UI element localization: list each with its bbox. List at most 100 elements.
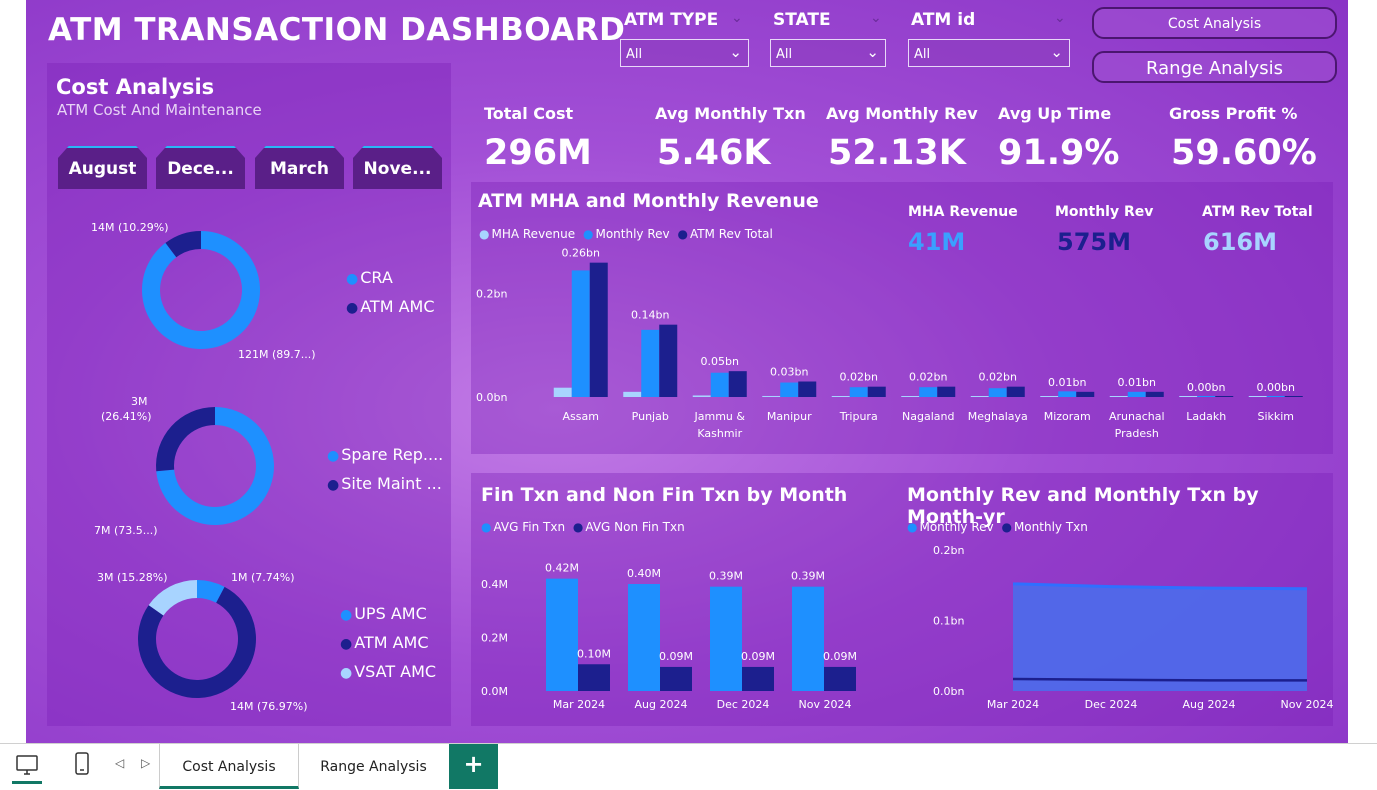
atm-id-select-value: All	[914, 47, 931, 62]
kpi-value-avg-monthly-txn: 5.46K	[657, 133, 771, 173]
atm-type-select-value: All	[626, 47, 643, 62]
legend-spare-rep: ● Spare Rep....	[327, 445, 443, 464]
bar-0	[1179, 396, 1198, 397]
donut3-label-atm-amc: 14M (76.97%)	[230, 700, 308, 713]
legend-dot-icon: ●	[327, 477, 340, 493]
y-tick-label: 0.0bn	[933, 685, 964, 698]
donut3-label-ups: 1M (7.74%)	[231, 571, 295, 584]
x-tick-label: Meghalaya	[968, 410, 1028, 423]
y-tick-label: 0.0bn	[476, 391, 507, 404]
data-label: 0.00bn	[1257, 381, 1295, 394]
bar-2	[1076, 391, 1095, 397]
data-label: 0.01bn	[1118, 376, 1156, 389]
x-tick-label: Dec 2024	[717, 698, 770, 711]
y-tick-label: 0.1bn	[933, 615, 964, 628]
legend-dot-icon: ●	[340, 636, 353, 652]
kpi-label-gross-profit: Gross Profit %	[1169, 104, 1298, 123]
range-analysis-nav-button[interactable]: Range Analysis	[1092, 51, 1337, 83]
data-label: 0.40M	[627, 567, 661, 580]
x-tick-label: Aug 2024	[1183, 698, 1236, 711]
bar-2	[728, 371, 747, 397]
bar-1	[660, 666, 692, 691]
atm-id-select[interactable]: All ⌄	[908, 39, 1070, 67]
data-label: 0.09M	[741, 650, 775, 663]
x-tick-label: Pradesh	[1115, 427, 1159, 440]
data-label: 0.00bn	[1187, 381, 1225, 394]
legend-dot-icon: ●	[327, 448, 340, 464]
x-tick-label: Manipur	[767, 410, 812, 423]
donut2-label-site-maint-pct: (26.41%)	[101, 410, 152, 423]
chevron-down-icon[interactable]: ⌄	[1054, 10, 1066, 26]
scroll-left-icon[interactable]: ◁	[115, 756, 124, 770]
bar-1	[641, 329, 660, 397]
page-tab-cost-analysis[interactable]: Cost Analysis	[159, 744, 299, 789]
x-tick-label: Dec 2024	[1085, 698, 1138, 711]
x-tick-label: Tripura	[839, 410, 878, 423]
bar-0	[792, 586, 824, 691]
legend-cra: ● CRA	[346, 268, 393, 287]
bar-0	[970, 396, 989, 397]
legend-label: VSAT AMC	[354, 662, 437, 681]
bar-1	[742, 666, 774, 691]
data-label: 0.09M	[659, 650, 693, 663]
state-select[interactable]: All ⌄	[770, 39, 886, 67]
data-label: 0.09M	[823, 650, 857, 663]
legend-dot-icon: ●	[340, 665, 353, 681]
legend-dot-icon: ●	[346, 271, 359, 287]
bar-1	[1127, 391, 1146, 397]
x-tick-label: Arunachal	[1109, 410, 1165, 423]
x-tick-label: Nagaland	[902, 410, 954, 423]
legend-site-maint: ● Site Maint ...	[327, 474, 442, 493]
donut-slice	[156, 407, 215, 472]
kpi-label-avg-monthly-rev: Avg Monthly Rev	[826, 104, 978, 123]
y-tick-label: 0.2bn	[933, 544, 964, 557]
bar-2	[1284, 396, 1303, 397]
data-label: 0.14bn	[631, 309, 669, 322]
bar-0	[1109, 396, 1128, 397]
scroll-right-icon[interactable]: ▷	[141, 756, 150, 770]
desktop-view-icon[interactable]	[15, 753, 39, 777]
monthly-rev-area-chart: 0.0bn 0.1bn 0.2bn Mar 2024 Dec 2024 Aug 2024 N…	[933, 544, 1333, 711]
x-tick-label: Nov 2024	[1281, 698, 1333, 711]
atm-type-select[interactable]: All ⌄	[620, 39, 749, 67]
mobile-view-icon[interactable]	[72, 752, 92, 776]
bar-1	[849, 387, 868, 397]
cost-analysis-nav-button[interactable]: Cost Analysis	[1092, 7, 1337, 39]
x-tick-label: Punjab	[632, 410, 669, 423]
bar-0	[628, 584, 660, 691]
kpi-label-avg-up-time: Avg Up Time	[998, 104, 1112, 123]
x-tick-label: Kashmir	[697, 427, 742, 440]
data-label: 0.03bn	[770, 366, 808, 379]
bar-1	[578, 664, 610, 691]
add-page-button[interactable]: +	[449, 744, 498, 789]
x-tick-label: Assam	[563, 410, 599, 423]
bar-2	[1145, 391, 1164, 397]
page-tab-range-analysis[interactable]: Range Analysis	[300, 744, 447, 789]
bar-0	[692, 395, 711, 397]
filter-label-atm-id: ATM id	[911, 10, 976, 30]
bar-0	[1248, 396, 1267, 397]
y-tick-label: 0.2M	[481, 632, 508, 645]
donut-slice	[148, 580, 197, 616]
chevron-down-icon[interactable]: ⌄	[870, 10, 882, 26]
kpi-value-avg-monthly-rev: 52.13K	[828, 133, 966, 173]
page-tab-bar: ◁ ▷ Cost Analysis Range Analysis +	[0, 743, 1377, 790]
kpi-label-avg-monthly-txn: Avg Monthly Txn	[655, 104, 806, 123]
bar-1	[571, 270, 590, 397]
bar-1	[1058, 391, 1077, 397]
bar-2	[798, 381, 817, 397]
donut-spare-site-maint	[156, 407, 275, 525]
chevron-down-icon[interactable]: ⌄	[731, 10, 743, 26]
legend-label: CRA	[360, 268, 393, 287]
y-tick-label: 0.0M	[481, 685, 508, 698]
kpi-value-avg-up-time: 91.9%	[998, 133, 1120, 173]
bar-1	[1197, 395, 1216, 397]
data-label: 0.26bn	[562, 247, 600, 260]
x-tick-label: Mar 2024	[553, 698, 605, 711]
kpi-value-gross-profit: 59.60%	[1171, 133, 1317, 173]
x-tick-label: Aug 2024	[635, 698, 688, 711]
bar-2	[589, 262, 608, 397]
bar-2	[867, 386, 886, 397]
filter-label-atm-type: ATM TYPE	[624, 10, 719, 30]
data-label: 0.02bn	[979, 371, 1017, 384]
